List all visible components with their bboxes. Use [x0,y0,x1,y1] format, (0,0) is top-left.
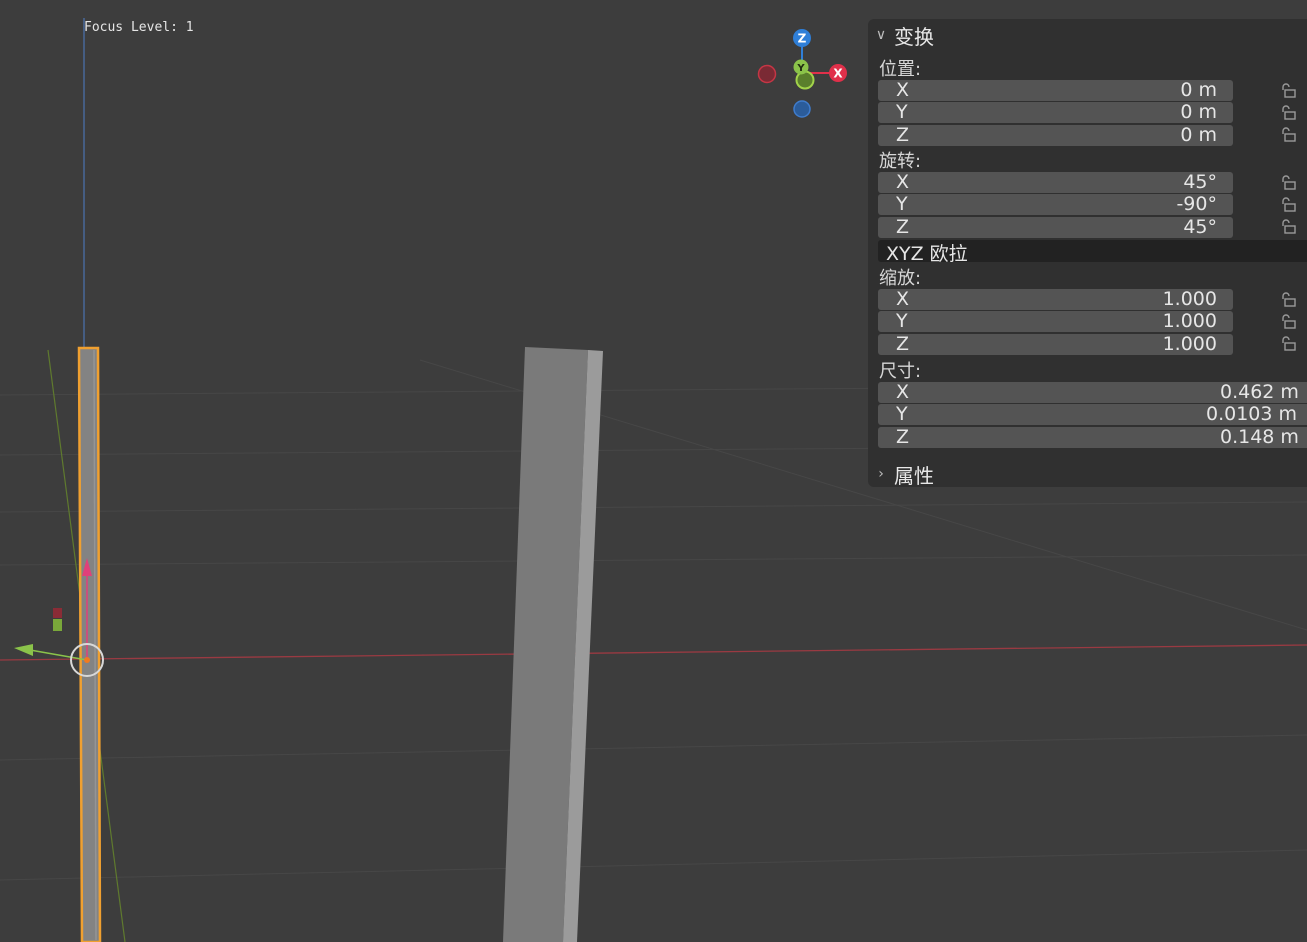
field-value: 0.462 m [1220,381,1299,403]
rotation-x-field[interactable]: X 45° [878,171,1233,193]
rotation-label: 旋转: [879,151,922,172]
axis-label: Y [896,101,908,123]
dimensions-z-field[interactable]: Z 0.148 m [878,426,1307,448]
location-label: 位置: [879,59,922,80]
axis-label: Y [896,403,908,425]
dimensions-label: 尺寸: [879,361,922,382]
lock-icon[interactable] [1280,175,1298,191]
lock-icon[interactable] [1280,83,1298,99]
scale-z-field[interactable]: Z 1.000 [878,333,1233,355]
field-value: 0.148 m [1220,426,1299,448]
dimensions-x-field[interactable]: X 0.462 m [878,381,1307,403]
axis-label: Z [896,426,910,448]
field-value: -90° [1176,193,1217,215]
field-value: 0 m [1180,124,1217,146]
gizmo-neg-z-icon [793,100,811,118]
lock-icon[interactable] [1280,127,1298,143]
dimensions-y-field[interactable]: Y 0.0103 m [878,403,1307,425]
rotation-y-field[interactable]: Y -90° [878,193,1233,215]
transform-header-label: 变换 [894,24,934,49]
properties-section-header[interactable]: › 属性 [868,459,1307,489]
field-value: 0 m [1180,79,1217,101]
x-axis-line [0,644,1307,661]
rotation-z-field[interactable]: Z 45° [878,216,1233,238]
axis-label: Z [896,124,910,146]
gizmo-x-label: X [833,67,843,81]
axis-label: X [896,171,910,193]
focus-level-label: Focus Level: 1 [84,20,194,35]
gizmo-z-label: Z [798,32,807,46]
lock-icon[interactable] [1280,336,1298,352]
axis-label: X [896,381,910,403]
axis-label: Z [896,216,910,238]
sidebar-transform-panel: ∨ 变换 位置: X 0 m Y 0 m Z 0 m 旋转: X 45° Y -… [868,19,1307,489]
field-value: 45° [1183,216,1217,238]
lock-icon[interactable] [1280,105,1298,121]
field-value: 1.000 [1162,333,1217,355]
rotation-mode-value: XYZ 欧拉 [886,243,968,265]
axis-label: Z [896,333,910,355]
axis-label: Y [896,310,908,332]
lock-icon[interactable] [1280,219,1298,235]
lock-icon[interactable] [1280,197,1298,213]
gizmo-y-label: Y [796,63,805,74]
rotation-mode-select[interactable]: XYZ 欧拉 [878,240,1307,265]
scale-y-field[interactable]: Y 1.000 [878,310,1233,332]
navigation-gizmo[interactable]: Z X Y [757,29,848,118]
field-value: 0 m [1180,101,1217,123]
lock-icon[interactable] [1280,314,1298,330]
transform-section-header[interactable]: ∨ 变换 [868,20,1307,50]
plank-object[interactable] [503,347,603,942]
chevron-right-icon: › [878,466,884,482]
axis-label: X [896,79,910,101]
location-y-field[interactable]: Y 0 m [878,101,1233,123]
field-value: 45° [1183,171,1217,193]
location-x-field[interactable]: X 0 m [878,79,1233,101]
field-value: 1.000 [1162,310,1217,332]
gizmo-neg-x-icon [757,64,777,84]
field-value: 1.000 [1162,288,1217,310]
axis-label: Y [896,193,908,215]
scale-label: 缩放: [879,268,922,289]
axis-label: X [896,288,910,310]
properties-header-label: 属性 [894,463,934,488]
chevron-down-icon: ∨ [875,27,887,43]
lock-icon[interactable] [1280,292,1298,308]
location-z-field[interactable]: Z 0 m [878,124,1233,146]
scale-x-field[interactable]: X 1.000 [878,288,1233,310]
field-value: 0.0103 m [1206,403,1298,425]
